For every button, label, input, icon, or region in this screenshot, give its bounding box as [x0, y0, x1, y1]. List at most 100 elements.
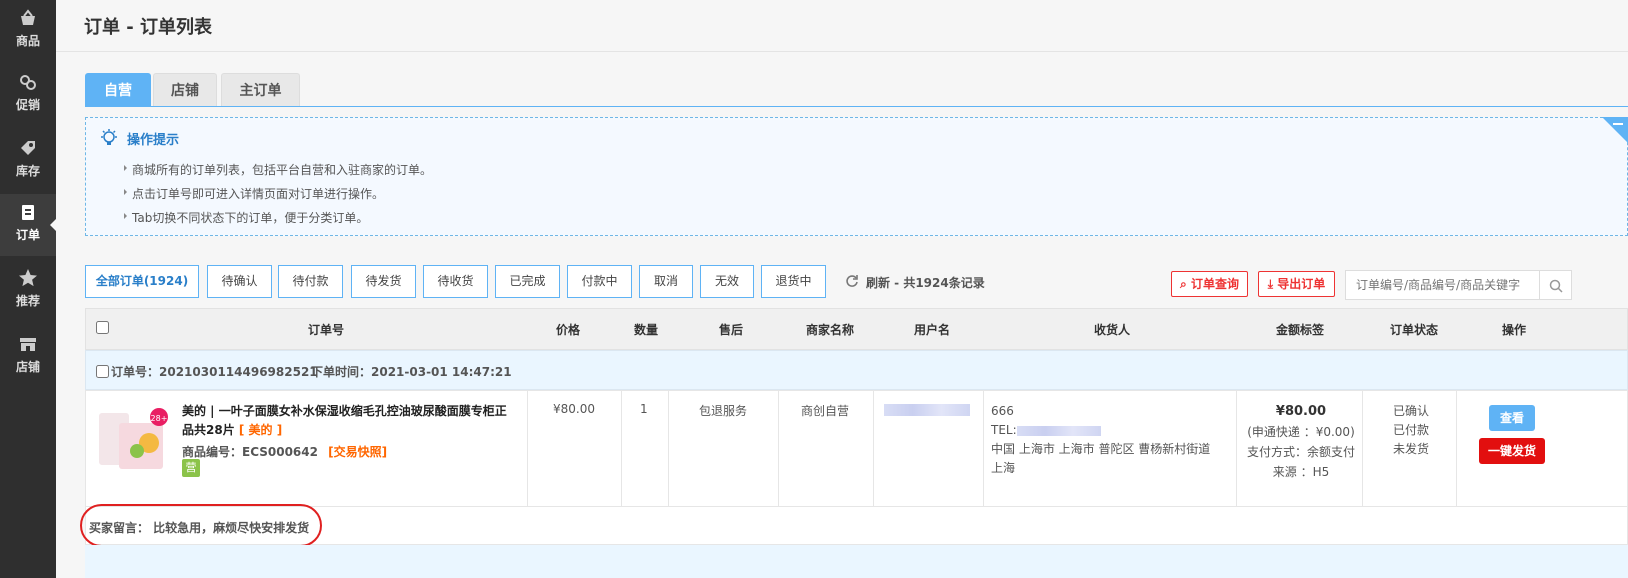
- filter-tab-cancelled[interactable]: 取消: [639, 265, 693, 298]
- order-query-label: 订单查询: [1190, 277, 1239, 291]
- col-order-no: 订单号: [307, 323, 344, 337]
- item-after-sale: 包退服务: [699, 404, 748, 418]
- search-button[interactable]: [1540, 270, 1572, 300]
- ying-tag: 营: [182, 459, 200, 477]
- col-consignee: 收货人: [1093, 323, 1130, 337]
- merchant-name: 商创自营: [801, 404, 850, 418]
- consignee-info: 666 TEL: 中国 上海市 上海市 普陀区 曹杨新村街道 上海: [991, 402, 1226, 478]
- order-header-row: 订单号：2021030114496982521 下单时间：2021-03-01 …: [85, 350, 1628, 390]
- filter-tab-pending-confirm[interactable]: 待确认: [207, 265, 272, 298]
- sidebar-item-store[interactable]: 店铺: [0, 326, 56, 388]
- divider: [1456, 391, 1457, 508]
- product-name: 美的 | 一叶子面膜女补水保湿收缩毛孔控油玻尿酸面膜专柜正品共28片: [182, 404, 507, 437]
- status-paid: 已付款: [1392, 423, 1429, 437]
- sidebar-item-label: 促销: [15, 98, 40, 112]
- refresh-icon[interactable]: [845, 274, 859, 288]
- ying-badge: 营: [182, 459, 200, 477]
- refresh-label[interactable]: 刷新 - 共1924条记录: [866, 274, 985, 291]
- search-icon: ⌕: [1180, 277, 1187, 291]
- shipping-fee: (申通快递 ：¥0.00): [1247, 425, 1355, 439]
- tip-item: Tab切换不同状态下的订单，便于分类订单。: [123, 211, 369, 225]
- main-content: 订单 - 订单列表 自营 店铺 主订单 操作提示 商城所有的订单列表，包括平台自…: [56, 0, 1628, 578]
- payment-method: 支付方式：余额支付: [1246, 445, 1355, 459]
- col-merchant: 商家名称: [805, 323, 854, 337]
- export-orders-label: 导出订单: [1277, 277, 1326, 291]
- order-status: 已确认 已付款 未发货: [1376, 402, 1446, 459]
- col-after-sale: 售后: [718, 323, 743, 337]
- view-order-button[interactable]: 查看: [1489, 405, 1535, 431]
- filter-tab-returning[interactable]: 退货中: [761, 265, 826, 298]
- sidebar-item-label: 订单: [15, 228, 40, 242]
- search-input[interactable]: [1345, 270, 1540, 300]
- username-blurred: [884, 404, 970, 416]
- brand-tag: [ 美的 ]: [238, 423, 283, 437]
- sidebar-item-goods[interactable]: 商品: [0, 0, 56, 62]
- filter-tab-invalid[interactable]: 无效: [700, 265, 754, 298]
- filter-tab-pending-receipt[interactable]: 待收货: [423, 265, 488, 298]
- tab-self-operated[interactable]: 自营: [85, 73, 151, 107]
- sidebar-item-label: 商品: [15, 34, 40, 48]
- one-click-ship-button[interactable]: 一键发货: [1479, 438, 1545, 464]
- filter-tab-paying[interactable]: 付款中: [567, 265, 632, 298]
- store-icon: [20, 338, 36, 351]
- tips-panel: 操作提示 商城所有的订单列表，包括平台自营和入驻商家的订单。 点击订单号即可进入…: [85, 117, 1628, 236]
- order-time: 下单时间：2021-03-01 14:47:21: [311, 365, 512, 379]
- search-icon: [1549, 279, 1563, 293]
- collapse-tips-button[interactable]: [1602, 117, 1628, 143]
- tab-divider: [85, 106, 1628, 107]
- consignee-tel: TEL:: [991, 423, 1017, 437]
- sidebar-item-label: 库存: [15, 164, 40, 178]
- product-sku: 商品编号：ECS000642 [交易快照]: [182, 443, 387, 460]
- divider: [1362, 391, 1363, 508]
- sidebar-item-label: 店铺: [15, 360, 40, 374]
- col-price: 价格: [555, 323, 580, 337]
- sidebar-item-label: 推荐: [15, 294, 40, 308]
- highlight-circle: [80, 504, 322, 547]
- order-checkbox[interactable]: [96, 365, 109, 378]
- item-quantity: 1: [640, 402, 648, 416]
- sidebar-item-promotion[interactable]: 促销: [0, 64, 56, 126]
- col-status: 订单状态: [1389, 323, 1438, 337]
- tag-icon: [21, 141, 35, 155]
- product-title[interactable]: 美的 | 一叶子面膜女补水保湿收缩毛孔控油玻尿酸面膜专柜正品共28片 [ 美的 …: [182, 402, 512, 440]
- tel-blurred: [1016, 425, 1101, 436]
- promotion-icon: [20, 75, 36, 90]
- page-header: 订单 - 订单列表: [56, 0, 1628, 52]
- lightbulb-icon: [101, 129, 117, 145]
- sidebar-item-orders[interactable]: 订单: [0, 194, 57, 256]
- filter-tab-completed[interactable]: 已完成: [495, 265, 560, 298]
- filter-tab-pending-shipment[interactable]: 待发货: [351, 265, 416, 298]
- filter-tab-pending-payment[interactable]: 待付款: [278, 265, 343, 298]
- tab-store[interactable]: 店铺: [153, 73, 217, 107]
- select-all-checkbox[interactable]: [96, 321, 109, 334]
- order-source: 来源 ：H5: [1272, 465, 1330, 479]
- consignee-address: 中国 上海市 上海市 普陀区 曹杨新村街道 上海: [991, 442, 1211, 475]
- divider: [983, 391, 984, 508]
- snapshot-link[interactable]: [交易快照]: [328, 445, 387, 459]
- divider: [873, 391, 874, 508]
- divider: [778, 391, 779, 508]
- order-icon: [22, 205, 34, 220]
- consignee-name: 666: [991, 404, 1014, 418]
- col-amount: 金额标签: [1275, 323, 1324, 337]
- product-image[interactable]: 28+: [97, 405, 171, 473]
- order-query-button[interactable]: ⌕ 订单查询: [1171, 271, 1248, 297]
- sidebar: 商品 促销 库存 订单 推荐 店铺: [0, 0, 57, 578]
- next-order-row: [85, 545, 1628, 578]
- consignee-tel-row: TEL:: [991, 421, 1226, 440]
- order-number[interactable]: 订单号：2021030114496982521: [111, 363, 318, 380]
- tip-item: 商城所有的订单列表，包括平台自营和入驻商家的订单。: [123, 163, 433, 177]
- export-orders-button[interactable]: ⤓ 导出订单: [1258, 271, 1335, 297]
- order-amount: ¥80.00: [1275, 404, 1327, 419]
- minus-icon: [1613, 123, 1623, 125]
- sidebar-item-recommend[interactable]: 推荐: [0, 260, 56, 322]
- status-shipping: 未发货: [1392, 442, 1429, 456]
- divider: [527, 391, 528, 508]
- col-actions: 操作: [1501, 323, 1526, 337]
- download-icon: ⤓: [1267, 277, 1274, 291]
- status-confirm: 已确认: [1392, 404, 1429, 418]
- item-price: ¥80.00: [553, 402, 595, 416]
- filter-tab-all[interactable]: 全部订单(1924): [85, 265, 199, 298]
- sidebar-item-stock[interactable]: 库存: [0, 130, 56, 192]
- tab-main-order[interactable]: 主订单: [221, 73, 300, 107]
